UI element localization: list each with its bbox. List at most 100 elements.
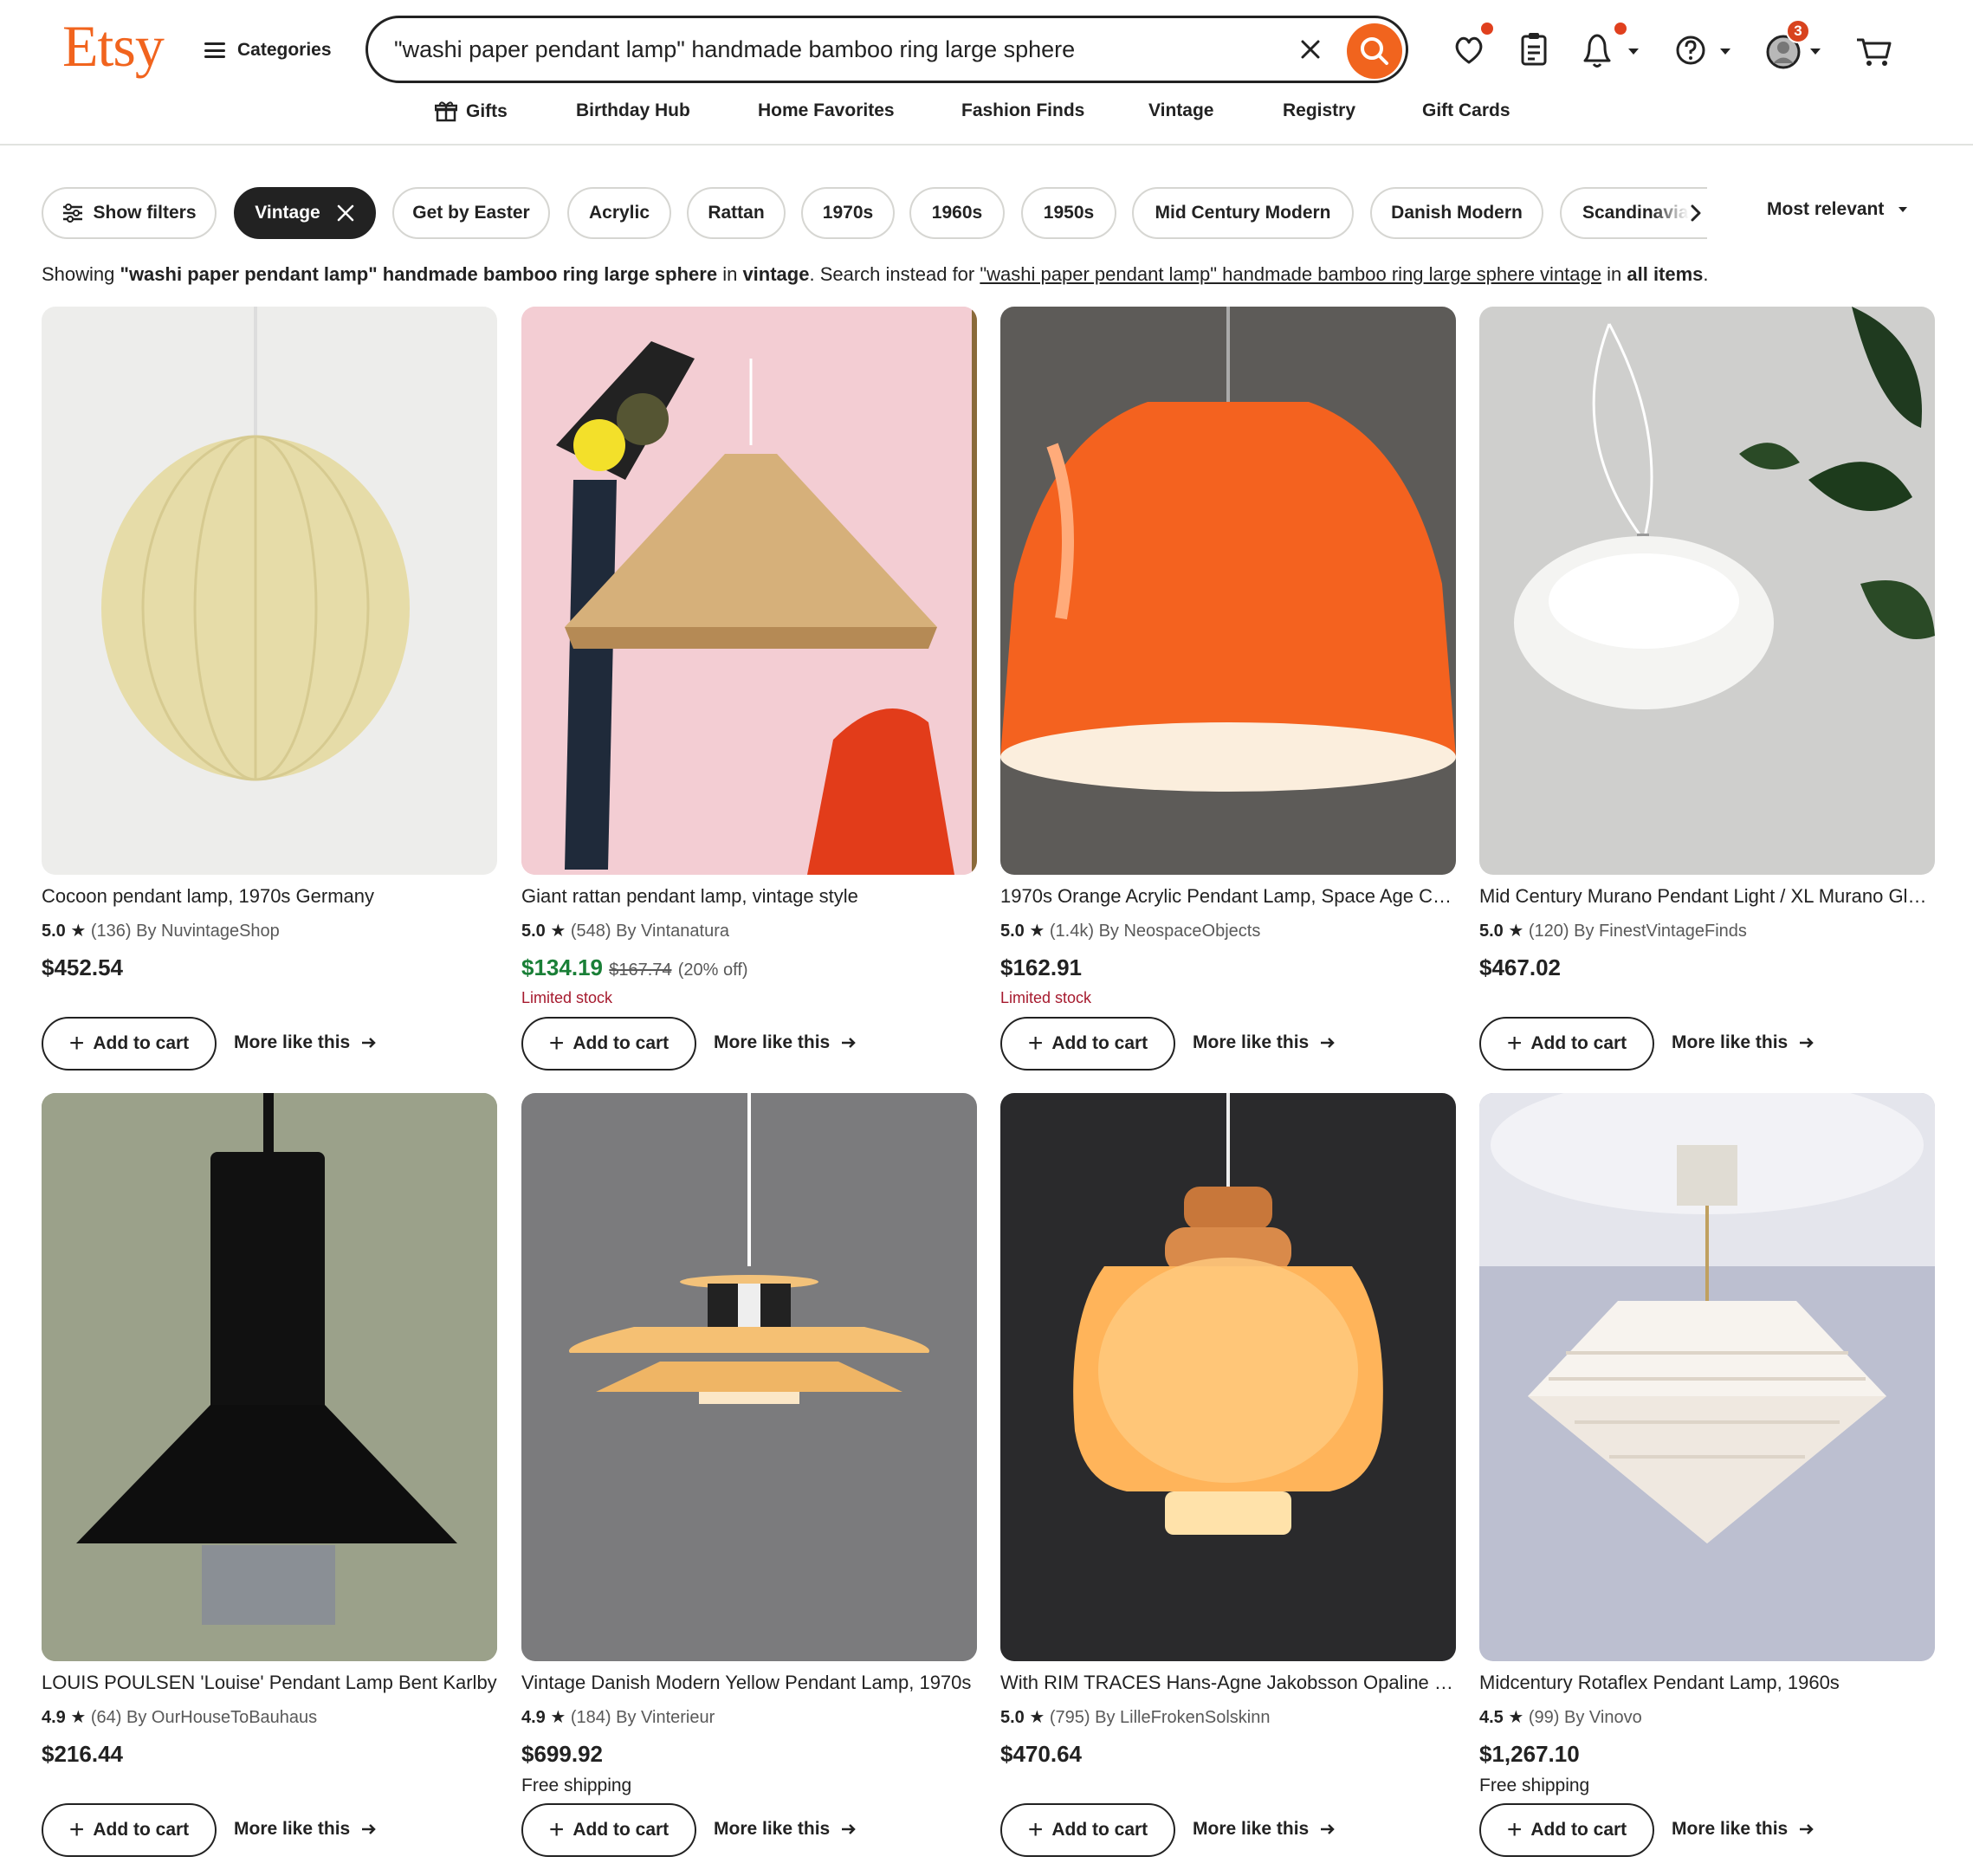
- add-to-cart-button[interactable]: + Add to cart: [1000, 1803, 1175, 1857]
- listing-card[interactable]: Vintage Danish Modern Yellow Pendant Lam…: [521, 1093, 977, 1857]
- listing-title[interactable]: LOUIS POULSEN 'Louise' Pendant Lamp Bent…: [42, 1672, 497, 1694]
- listing-card[interactable]: Cocoon pendant lamp, 1970s Germany 5.0 ★…: [42, 307, 497, 1071]
- shop-name[interactable]: By NuvintageShop: [136, 922, 280, 941]
- gift-mode-button[interactable]: [1519, 26, 1549, 74]
- star-icon: ★: [1508, 922, 1524, 941]
- more-like-this-link[interactable]: More like this: [714, 1819, 857, 1840]
- nav-fashion-finds[interactable]: Fashion Finds: [961, 100, 1084, 121]
- add-to-cart-button[interactable]: + Add to cart: [42, 1803, 217, 1857]
- bell-icon: [1583, 34, 1639, 68]
- plus-icon: +: [68, 1029, 85, 1058]
- add-to-cart-button[interactable]: + Add to cart: [1000, 1017, 1175, 1071]
- chip-scandinavian[interactable]: Scandinavia: [1560, 187, 1707, 239]
- more-like-this-link[interactable]: More like this: [1193, 1819, 1336, 1840]
- listing-card[interactable]: With RIM TRACES Hans-Agne Jakobsson Opal…: [1000, 1093, 1456, 1857]
- listing-card[interactable]: Mid Century Murano Pendant Light / XL Mu…: [1479, 307, 1935, 1071]
- listing-image[interactable]: [521, 1093, 977, 1661]
- listing-image[interactable]: [42, 1093, 497, 1661]
- plus-icon: +: [68, 1815, 85, 1844]
- clear-search-icon[interactable]: [1295, 34, 1326, 65]
- chip-mid-century-modern[interactable]: Mid Century Modern: [1132, 187, 1354, 239]
- showing-in: in: [717, 263, 743, 285]
- nav-gifts[interactable]: Gifts: [435, 100, 508, 123]
- chevron-right-icon[interactable]: [1687, 203, 1705, 223]
- chip-1970s[interactable]: 1970s: [801, 187, 895, 239]
- help-button[interactable]: [1675, 26, 1736, 74]
- shop-name[interactable]: By Vinovo: [1564, 1708, 1642, 1727]
- listing-image[interactable]: [1479, 307, 1935, 875]
- nav-home-favorites[interactable]: Home Favorites: [758, 100, 895, 121]
- etsy-logo[interactable]: Etsy: [62, 12, 165, 81]
- listing-card[interactable]: Midcentury Rotaflex Pendant Lamp, 1960s …: [1479, 1093, 1935, 1857]
- active-filter-vintage[interactable]: Vintage: [234, 187, 376, 239]
- star-icon: ★: [70, 922, 87, 941]
- listing-title[interactable]: With RIM TRACES Hans-Agne Jakobsson Opal…: [1000, 1672, 1456, 1694]
- listing-card[interactable]: Giant rattan pendant lamp, vintage style…: [521, 307, 977, 1071]
- favorites-button[interactable]: [1452, 23, 1493, 74]
- add-to-cart-button[interactable]: + Add to cart: [521, 1803, 696, 1857]
- categories-button[interactable]: Categories: [204, 33, 332, 68]
- shop-name[interactable]: By NeospaceObjects: [1099, 922, 1261, 941]
- listing-title[interactable]: Midcentury Rotaflex Pendant Lamp, 1960s: [1479, 1672, 1935, 1694]
- rating-value: 4.5: [1479, 1708, 1504, 1727]
- more-like-this-label: More like this: [1193, 1819, 1310, 1839]
- more-like-this-link[interactable]: More like this: [234, 1032, 378, 1053]
- shop-name[interactable]: By FinestVintageFinds: [1574, 922, 1747, 941]
- listing-price: $162.91: [1000, 954, 1082, 980]
- more-like-this-link[interactable]: More like this: [1672, 1032, 1815, 1053]
- search-button[interactable]: [1347, 23, 1402, 79]
- listing-image[interactable]: [1000, 1093, 1456, 1661]
- shop-name[interactable]: By Vintanatura: [616, 922, 729, 941]
- notifications-button[interactable]: [1582, 23, 1644, 74]
- listing-rating: 5.0 ★ (1.4k) By NeospaceObjects: [1000, 920, 1260, 941]
- listing-image[interactable]: [521, 307, 977, 875]
- listing-title[interactable]: Giant rattan pendant lamp, vintage style: [521, 885, 977, 908]
- add-to-cart-button[interactable]: + Add to cart: [1479, 1017, 1654, 1071]
- listing-title[interactable]: 1970s Orange Acrylic Pendant Lamp, Space…: [1000, 885, 1456, 908]
- shop-name[interactable]: By Vinterieur: [616, 1708, 715, 1727]
- plus-icon: +: [1027, 1815, 1044, 1844]
- chip-acrylic[interactable]: Acrylic: [567, 187, 671, 239]
- chip-1950s[interactable]: 1950s: [1021, 187, 1116, 239]
- listing-title[interactable]: Cocoon pendant lamp, 1970s Germany: [42, 885, 497, 908]
- remove-filter-icon[interactable]: [336, 204, 355, 223]
- nav-vintage[interactable]: Vintage: [1148, 100, 1213, 121]
- more-like-this-link[interactable]: More like this: [1193, 1032, 1336, 1053]
- listing-image[interactable]: [42, 307, 497, 875]
- search-input[interactable]: [394, 30, 1260, 68]
- chip-danish-modern[interactable]: Danish Modern: [1370, 187, 1543, 239]
- account-button[interactable]: 3: [1765, 19, 1827, 74]
- listing-card[interactable]: 1970s Orange Acrylic Pendant Lamp, Space…: [1000, 307, 1456, 1071]
- listing-card[interactable]: LOUIS POULSEN 'Louise' Pendant Lamp Bent…: [42, 1093, 497, 1857]
- more-like-this-link[interactable]: More like this: [714, 1032, 857, 1053]
- chip-1960s[interactable]: 1960s: [909, 187, 1005, 239]
- more-like-this-label: More like this: [1193, 1032, 1310, 1052]
- original-price: $167.74: [609, 961, 672, 980]
- shop-name[interactable]: By LilleFrokenSolskinn: [1095, 1708, 1270, 1727]
- cart-icon: [1857, 38, 1892, 66]
- shop-name[interactable]: By OurHouseToBauhaus: [126, 1708, 317, 1727]
- nav-registry[interactable]: Registry: [1283, 100, 1355, 121]
- listing-image[interactable]: [1479, 1093, 1935, 1661]
- danish-yellow-lamp-photo: [568, 1093, 930, 1404]
- add-to-cart-button[interactable]: + Add to cart: [42, 1017, 217, 1071]
- search-scope-notice: Showing "washi paper pendant lamp" handm…: [42, 263, 1947, 286]
- add-to-cart-button[interactable]: + Add to cart: [521, 1017, 696, 1071]
- listing-rating: 5.0 ★ (795) By LilleFrokenSolskinn: [1000, 1706, 1270, 1728]
- cart-button[interactable]: [1855, 26, 1893, 74]
- listing-title[interactable]: Vintage Danish Modern Yellow Pendant Lam…: [521, 1672, 977, 1694]
- listing-image[interactable]: [1000, 307, 1456, 875]
- more-like-this-link[interactable]: More like this: [234, 1819, 378, 1840]
- nav-birthday-hub[interactable]: Birthday Hub: [576, 100, 690, 121]
- orange-acrylic-lamp-photo: [1000, 307, 1456, 792]
- favorites-dot: [1481, 23, 1493, 35]
- chip-get-by-easter[interactable]: Get by Easter: [392, 187, 550, 239]
- add-to-cart-button[interactable]: + Add to cart: [1479, 1803, 1654, 1857]
- chip-rattan[interactable]: Rattan: [687, 187, 786, 239]
- show-filters-button[interactable]: Show filters: [42, 187, 217, 239]
- listing-title[interactable]: Mid Century Murano Pendant Light / XL Mu…: [1479, 885, 1935, 908]
- more-like-this-link[interactable]: More like this: [1672, 1819, 1815, 1840]
- nav-gift-cards[interactable]: Gift Cards: [1422, 100, 1510, 121]
- search-instead-link[interactable]: "washi paper pendant lamp" handmade bamb…: [980, 263, 1601, 285]
- sort-dropdown[interactable]: Most relevant: [1767, 199, 1910, 220]
